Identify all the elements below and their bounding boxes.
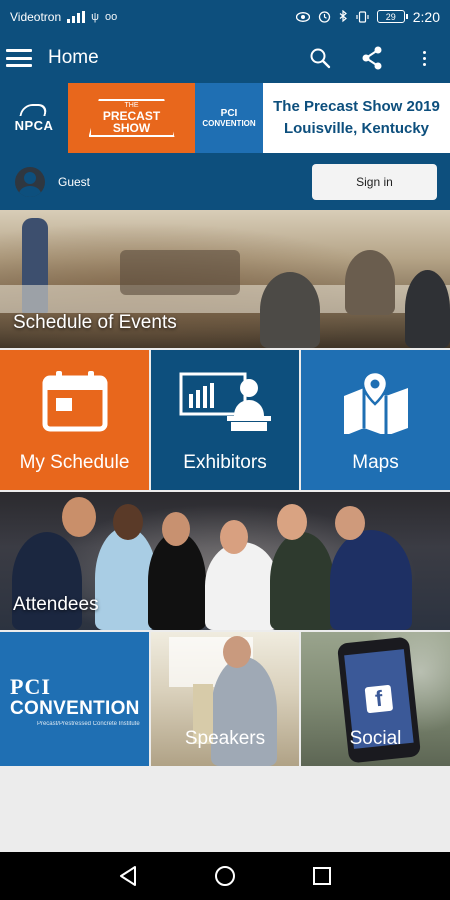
tile-label: Social bbox=[349, 728, 402, 749]
usb-icon: ψ bbox=[91, 10, 99, 23]
home-icon bbox=[214, 866, 235, 886]
tile-label: Speakers bbox=[184, 728, 266, 749]
facebook-icon: f bbox=[364, 684, 394, 714]
calendar-icon bbox=[42, 371, 107, 432]
share-button[interactable] bbox=[346, 33, 398, 83]
tile-attendees[interactable]: Attendees bbox=[0, 492, 450, 630]
tile-social[interactable]: f Social bbox=[301, 632, 450, 766]
menu-icon[interactable] bbox=[6, 49, 32, 67]
show-info: The Precast Show 2019 Louisville, Kentuc… bbox=[263, 83, 450, 153]
tile-maps[interactable]: Maps bbox=[301, 350, 450, 490]
back-icon bbox=[120, 866, 137, 886]
guest-bar: Guest Sign in bbox=[0, 153, 450, 210]
recents-button[interactable] bbox=[302, 856, 342, 896]
bluetooth-icon bbox=[339, 10, 347, 23]
npca-logo: NPCA bbox=[0, 83, 68, 153]
page-title: Home bbox=[48, 47, 99, 68]
event-banner[interactable]: NPCA THE PRECAST SHOW PCI CONVENTION The… bbox=[0, 83, 450, 153]
search-button[interactable] bbox=[294, 33, 346, 83]
map-icon bbox=[343, 370, 408, 434]
share-icon bbox=[362, 46, 382, 70]
tile-label: Exhibitors bbox=[183, 452, 267, 473]
search-icon bbox=[310, 48, 331, 69]
more-options-button[interactable] bbox=[398, 33, 450, 83]
voicemail-icon: oo bbox=[105, 10, 118, 23]
tile-schedule-of-events[interactable]: Schedule of Events bbox=[0, 210, 450, 348]
exhibitor-booth-icon bbox=[179, 372, 271, 431]
eye-comfort-icon bbox=[295, 11, 310, 22]
carrier-label: Videotron bbox=[10, 9, 62, 24]
vibrate-icon bbox=[356, 10, 369, 23]
sign-in-button[interactable]: Sign in bbox=[312, 163, 437, 200]
tile-speakers[interactable]: Speakers bbox=[151, 632, 299, 766]
tile-label: My Schedule bbox=[19, 452, 130, 473]
app-bar: Home bbox=[0, 33, 450, 83]
tile-label: Attendees bbox=[13, 594, 99, 615]
status-bar: Videotron ψ oo 29 2:20 bbox=[0, 0, 450, 33]
signal-icon bbox=[67, 10, 86, 23]
recents-icon bbox=[312, 867, 331, 885]
tile-exhibitors[interactable]: Exhibitors bbox=[151, 350, 299, 490]
home-button[interactable] bbox=[205, 856, 245, 896]
pci-convention-logo: PCI CONVENTION Precast/Prestressed Concr… bbox=[10, 674, 140, 727]
show-location: Louisville, Kentucky bbox=[283, 120, 430, 137]
pci-convention-logo: PCI CONVENTION bbox=[195, 83, 263, 153]
tile-pci-convention[interactable]: PCI CONVENTION Precast/Prestressed Concr… bbox=[0, 632, 149, 766]
precast-show-logo: THE PRECAST SHOW bbox=[68, 83, 195, 153]
tile-label: Maps bbox=[352, 452, 399, 473]
tile-label: Schedule of Events bbox=[13, 312, 177, 333]
more-vert-icon bbox=[422, 50, 426, 66]
show-title: The Precast Show 2019 bbox=[273, 98, 440, 115]
guest-label: Guest bbox=[58, 174, 91, 189]
tile-my-schedule[interactable]: My Schedule bbox=[0, 350, 149, 490]
battery-icon: 29 bbox=[376, 10, 408, 23]
avatar bbox=[15, 166, 45, 197]
back-button[interactable] bbox=[108, 856, 148, 896]
clock: 2:20 bbox=[412, 8, 440, 25]
system-nav-bar bbox=[0, 852, 450, 900]
alarm-icon bbox=[318, 11, 330, 23]
